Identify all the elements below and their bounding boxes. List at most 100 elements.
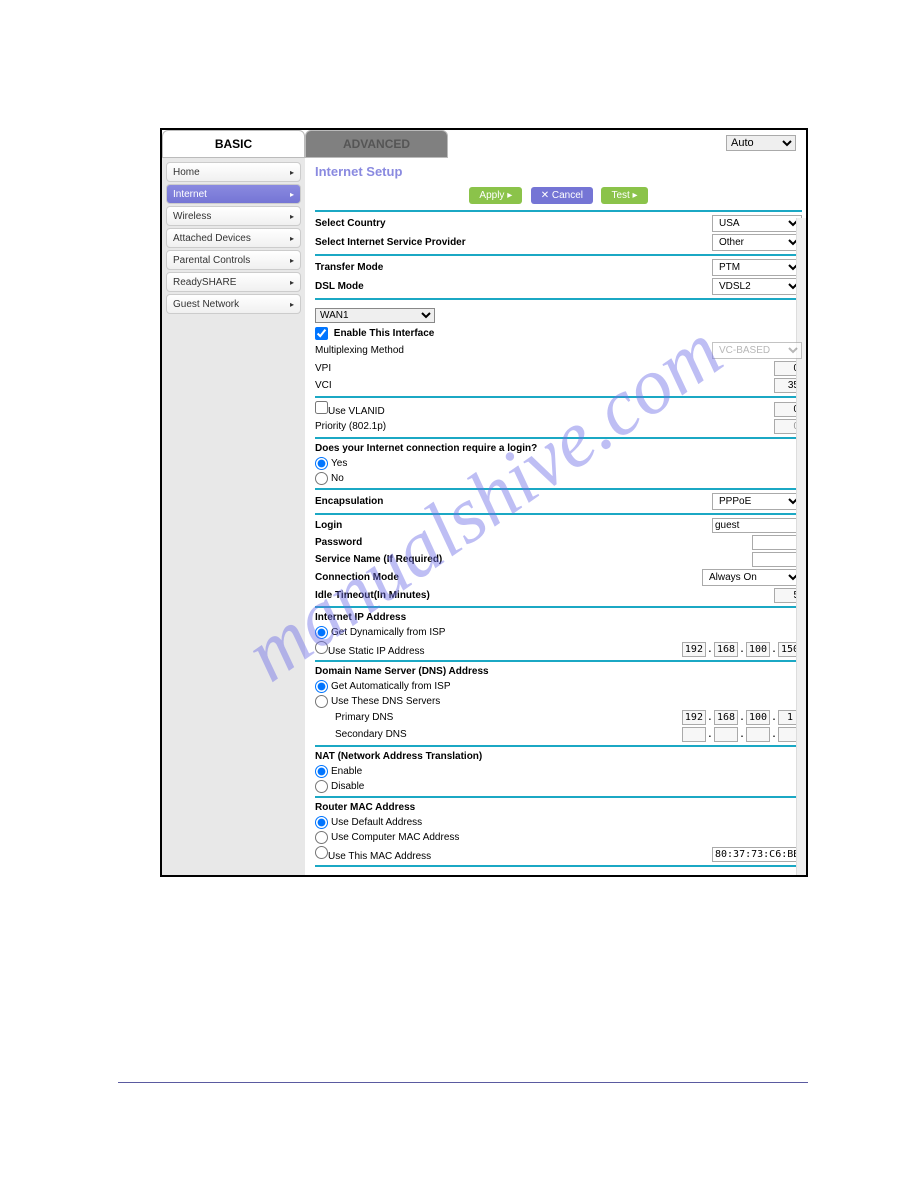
password-input[interactable] [752, 535, 802, 550]
country-select[interactable]: USA [712, 215, 802, 232]
encapsulation-select[interactable]: PPPoE [712, 493, 802, 510]
mac-input[interactable] [712, 847, 802, 862]
apply-button[interactable]: Apply ▸ [469, 187, 522, 204]
row-dns-use: Use These DNS Servers [315, 694, 802, 709]
sidebar-item-home[interactable]: Home▸ [166, 162, 301, 182]
dns-heading: Domain Name Server (DNS) Address [315, 664, 802, 679]
mux-select: VC-BASED [712, 342, 802, 359]
row-use-vlanid: Use VLANID [315, 400, 802, 418]
row-vpi: VPI [315, 360, 802, 377]
tab-basic[interactable]: BASIC [162, 130, 305, 158]
test-button[interactable]: Test ▸ [601, 187, 647, 204]
label: Use Static IP Address [328, 646, 425, 657]
label: Secondary DNS [335, 729, 578, 740]
login-input[interactable] [712, 518, 802, 533]
row-wan: WAN1 [315, 302, 802, 326]
mac-heading: Router MAC Address [315, 800, 802, 815]
enable-interface-checkbox[interactable] [315, 327, 328, 340]
service-name-input[interactable] [752, 552, 802, 567]
row-idle-timeout: Idle Timeout(In Minutes) [315, 587, 802, 604]
row-dns-primary: Primary DNS ... [315, 709, 802, 726]
sidebar-item-label: Internet [173, 189, 207, 200]
label: No [331, 473, 344, 484]
sidebar-item-label: Wireless [173, 211, 211, 222]
isp-select[interactable]: Other [712, 234, 802, 251]
nat-disable-radio[interactable] [315, 780, 328, 793]
label: Transfer Mode [315, 262, 568, 273]
divider [315, 254, 802, 256]
ip-1[interactable] [682, 642, 706, 657]
label: Connection Mode [315, 572, 568, 583]
row-priority: Priority (802.1p) [315, 418, 802, 435]
sidebar-item-wireless[interactable]: Wireless▸ [166, 206, 301, 226]
sidebar: Home▸ Internet▸ Wireless▸ Attached Devic… [162, 158, 305, 875]
language-select[interactable]: Auto [726, 135, 796, 151]
dns-use-radio[interactable] [315, 695, 328, 708]
label: Password [315, 537, 568, 548]
mac-this-radio[interactable] [315, 846, 328, 859]
row-service-name: Service Name (If Required) [315, 551, 802, 568]
sdns-1[interactable] [682, 727, 706, 742]
sidebar-item-attached-devices[interactable]: Attached Devices▸ [166, 228, 301, 248]
row-transfer-mode: Transfer Mode PTM [315, 258, 802, 277]
chevron-right-icon: ▸ [290, 300, 294, 309]
sidebar-item-internet[interactable]: Internet▸ [166, 184, 301, 204]
label: Use Default Address [331, 817, 422, 828]
vlanid-checkbox[interactable] [315, 401, 328, 414]
label: VPI [315, 363, 568, 374]
router-admin-page: manualshive.com BASIC ADVANCED Auto Home… [160, 128, 808, 877]
dns-auto-radio[interactable] [315, 680, 328, 693]
row-nat-enable: Enable [315, 764, 802, 779]
ip-static-radio[interactable] [315, 641, 328, 654]
pdns-1[interactable] [682, 710, 706, 725]
scrollbar[interactable] [796, 218, 806, 875]
row-dns-secondary: Secondary DNS ... [315, 726, 802, 743]
login-yes-radio[interactable] [315, 457, 328, 470]
language-selector: Auto [726, 130, 806, 151]
pdns-2[interactable] [714, 710, 738, 725]
row-connection-mode: Connection Mode Always On [315, 568, 802, 587]
ip-dynamic-radio[interactable] [315, 626, 328, 639]
chevron-right-icon: ▸ [290, 234, 294, 243]
divider [315, 796, 802, 798]
row-select-isp: Select Internet Service Provider Other [315, 233, 802, 252]
row-login-no: No [315, 471, 802, 486]
divider [315, 745, 802, 747]
mac-computer-radio[interactable] [315, 831, 328, 844]
sdns-2[interactable] [714, 727, 738, 742]
ip-heading: Internet IP Address [315, 610, 802, 625]
label: DSL Mode [315, 281, 568, 292]
row-login-yes: Yes [315, 456, 802, 471]
row-nat-disable: Disable [315, 779, 802, 794]
tab-row: BASIC ADVANCED [162, 130, 448, 158]
row-mac-computer: Use Computer MAC Address [315, 830, 802, 845]
transfer-mode-select[interactable]: PTM [712, 259, 802, 276]
tab-advanced[interactable]: ADVANCED [305, 130, 448, 158]
nat-enable-radio[interactable] [315, 765, 328, 778]
sdns-3[interactable] [746, 727, 770, 742]
label: Enable This Interface [334, 328, 435, 339]
label: Use These DNS Servers [331, 696, 440, 707]
connection-mode-select[interactable]: Always On [702, 569, 802, 586]
cancel-button[interactable]: ✕ Cancel [531, 187, 593, 204]
chevron-right-icon: ▸ [290, 278, 294, 287]
chevron-right-icon: ▸ [290, 168, 294, 177]
label: Encapsulation [315, 496, 568, 507]
sidebar-item-readyshare[interactable]: ReadySHARE▸ [166, 272, 301, 292]
divider [315, 437, 802, 439]
mac-default-radio[interactable] [315, 816, 328, 829]
wan-select[interactable]: WAN1 [315, 308, 435, 323]
row-mac-default: Use Default Address [315, 815, 802, 830]
pdns-3[interactable] [746, 710, 770, 725]
ip-2[interactable] [714, 642, 738, 657]
divider [315, 210, 802, 212]
ip-3[interactable] [746, 642, 770, 657]
sidebar-item-parental-controls[interactable]: Parental Controls▸ [166, 250, 301, 270]
dsl-mode-select[interactable]: VDSL2 [712, 278, 802, 295]
row-ip-dynamic: Get Dynamically from ISP [315, 625, 802, 640]
label: Use This MAC Address [328, 851, 431, 862]
label: Get Dynamically from ISP [331, 627, 445, 638]
row-dsl-mode: DSL Mode VDSL2 [315, 277, 802, 296]
sidebar-item-guest-network[interactable]: Guest Network▸ [166, 294, 301, 314]
login-no-radio[interactable] [315, 472, 328, 485]
